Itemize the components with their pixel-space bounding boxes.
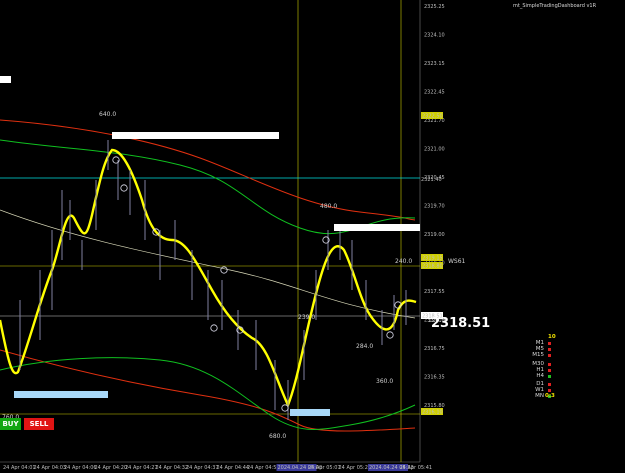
dashboard-tf-m15: M15 — [532, 352, 544, 358]
signal-marker[interactable] — [220, 266, 228, 274]
price-axis-marker-label: 2318.80 — [422, 264, 443, 270]
time-axis-label: 24 Apr 05:41 — [400, 465, 433, 471]
time-axis-label: 24 Apr 04:03 — [34, 465, 67, 471]
swing-label-240: 240.0 — [395, 258, 412, 265]
price-axis-tick: 2325.25 — [424, 4, 445, 10]
time-axis-label: 24 Apr 04:37 — [186, 465, 219, 471]
time-axis-label: 24 Apr 04:06 — [64, 465, 97, 471]
signal-marker[interactable] — [120, 184, 128, 192]
time-axis-label: 24 Apr 04:32 — [156, 465, 189, 471]
ws61-label: WS61 — [448, 258, 466, 265]
price-axis-tick: 2316.35 — [424, 375, 445, 381]
time-axis-label: 24 Apr 04:20 — [95, 465, 128, 471]
buy-button[interactable]: BUY — [0, 418, 21, 430]
ma-red-lower — [0, 349, 416, 432]
swing-label-640: 640.0 — [99, 111, 116, 118]
dashboard-indicator-m30 — [548, 363, 551, 366]
zone-white-top[interactable] — [112, 132, 279, 139]
zone-blue-left[interactable] — [14, 391, 108, 398]
dashboard-title: mt_SimpleTradingDashboard v1R — [513, 3, 597, 9]
zone-white-left[interactable] — [0, 76, 11, 83]
swing-label-360: 360.0 — [376, 378, 393, 385]
dashboard-indicator-h4 — [548, 375, 551, 378]
price-axis-tick: 2320.45 — [424, 175, 445, 181]
time-axis-label: 24 Apr 04:01 — [3, 465, 36, 471]
signal-marker[interactable] — [386, 331, 394, 339]
dashboard-indicator-m15 — [548, 354, 551, 357]
price-axis-tick: 2319.00 — [424, 232, 445, 238]
time-axis-label: 24 Apr 04:44 — [217, 465, 250, 471]
sell-button[interactable]: SELL — [24, 418, 54, 430]
price-axis-tick: 2319.70 — [424, 204, 445, 210]
price-axis-tick: 2323.15 — [424, 61, 445, 67]
dashboard-indicator-m1 — [548, 342, 551, 345]
dashboard-indicator-d1 — [548, 383, 551, 386]
swing-label-680: 680.0 — [269, 433, 286, 440]
current-price-label: 2318.51 — [431, 316, 491, 331]
signal-marker[interactable] — [210, 324, 218, 332]
price-axis-marker-label: 2319.15 — [422, 256, 443, 262]
price-axis-marker-label: 2316.10 — [422, 410, 443, 416]
signal-marker[interactable] — [281, 404, 289, 412]
time-axis-label: 24 Apr 05:07 — [308, 465, 341, 471]
price-axis-tick: 2316.75 — [424, 346, 445, 352]
time-axis-label: 24 Apr 05:20 — [339, 465, 372, 471]
price-axis-tick: 2317.55 — [424, 289, 445, 295]
swing-label-480: 480.0 — [320, 203, 337, 210]
chart-area: 640.0480.0680.0239.0284.0360.0240.0120.0… — [0, 0, 466, 471]
time-axis-label: 24 Apr 04:27 — [125, 465, 158, 471]
dashboard-bottom-value: 0:3 — [545, 393, 555, 399]
dashboard-tf-mn: MN — [535, 393, 544, 399]
price-axis-tick: 2321.00 — [424, 147, 445, 153]
price-axis-tick: 2324.10 — [424, 33, 445, 39]
dashboard-tf-h4: H4 — [536, 373, 544, 379]
zone-white-right[interactable] — [334, 224, 420, 231]
dashboard-indicator-h1 — [548, 369, 551, 372]
dashboard-indicator-m5 — [548, 348, 551, 351]
dashboard-top-value: 10 — [548, 334, 556, 340]
time-axis-label: 24 Apr 04:50 — [247, 465, 280, 471]
dashboard-indicator-w1 — [548, 389, 551, 392]
swing-label-284: 284.0 — [356, 343, 373, 350]
swing-label-239: 239.0 — [298, 314, 315, 321]
price-axis-marker-label: 2322.50 — [422, 114, 443, 120]
price-axis-tick: 2322.45 — [424, 90, 445, 96]
zone-blue-bottom[interactable] — [290, 409, 330, 416]
